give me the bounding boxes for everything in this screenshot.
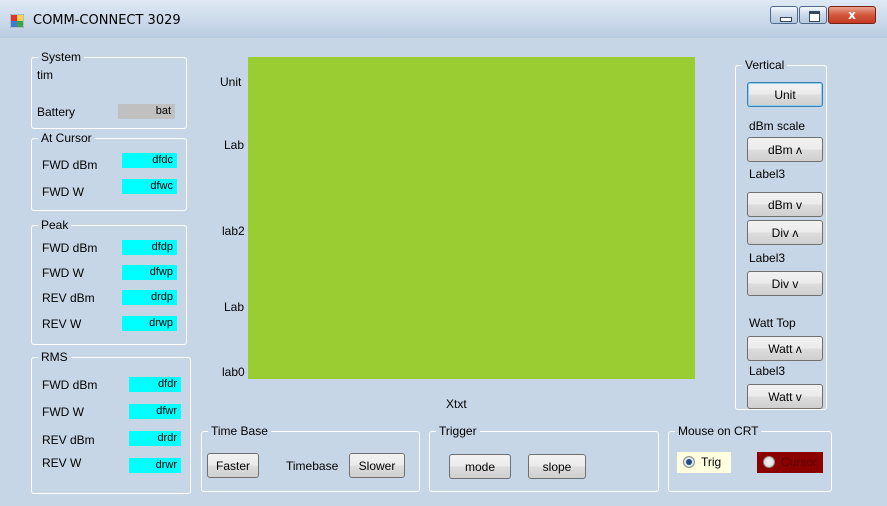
dbm-down-button[interactable]: dBm v: [747, 192, 823, 217]
trig-radio-indicator: [683, 456, 695, 468]
unit-button[interactable]: Unit: [747, 82, 823, 107]
peak-fwd-dbm-label: FWD dBm: [42, 241, 98, 255]
slower-button[interactable]: Slower: [349, 453, 405, 478]
cursor-radio-indicator: [763, 456, 775, 468]
peak-group: Peak FWD dBm dfdp FWD W dfwp REV dBm drd…: [31, 218, 187, 345]
cursor-radio-label: Cursor: [781, 455, 818, 469]
rms-fwd-dbm-value: dfdr: [129, 377, 181, 392]
peak-legend: Peak: [38, 218, 72, 232]
cursor-fwd-dbm-label: FWD dBm: [42, 158, 98, 172]
rms-fwd-w-value: dfwr: [129, 404, 181, 419]
trigger-legend: Trigger: [436, 424, 480, 438]
trigger-group: Trigger mode slope: [429, 424, 659, 492]
y-axis-label-middle: lab2: [222, 224, 245, 238]
label3-dbm: Label3: [749, 167, 786, 181]
peak-fwd-dbm-value: dfdp: [122, 240, 177, 255]
time-base-legend: Time Base: [208, 424, 271, 438]
y-axis-label-bottom: lab0: [222, 365, 245, 379]
trigger-slope-button[interactable]: slope: [528, 454, 586, 479]
rms-group: RMS FWD dBm dfdr FWD W dfwr REV dBm drdr…: [31, 350, 191, 494]
trigger-mode-button[interactable]: mode: [449, 454, 511, 479]
timebase-label: Timebase: [286, 459, 339, 473]
watt-top-label: Watt Top: [749, 316, 796, 330]
trig-radio-label: Trig: [701, 455, 722, 469]
rms-fwd-w-label: FWD W: [42, 405, 84, 419]
time-base-group: Time Base Faster Timebase Slower: [201, 424, 420, 492]
dbm-scale-label: dBm scale: [749, 119, 806, 133]
minimize-icon: [780, 17, 792, 22]
div-up-button[interactable]: Div ʌ: [747, 220, 823, 245]
close-icon: x: [848, 8, 856, 22]
watt-down-button[interactable]: Watt v: [747, 384, 823, 409]
y-axis-label-top: Unit: [220, 75, 242, 89]
faster-button[interactable]: Faster: [207, 453, 259, 478]
vertical-group: Vertical Unit dBm scale dBm ʌ Label3 dBm…: [735, 58, 827, 410]
watt-up-button[interactable]: Watt ʌ: [747, 336, 823, 361]
label3-watt: Label3: [749, 364, 786, 378]
cursor-fwd-w-value: dfwc: [122, 179, 177, 194]
cursor-radio[interactable]: Cursor: [757, 452, 823, 473]
rms-rev-dbm-value: drdr: [129, 431, 181, 446]
mouse-on-crt-group: Mouse on CRT Trig Cursor: [668, 424, 832, 492]
at-cursor-legend: At Cursor: [38, 131, 95, 145]
battery-value: bat: [118, 104, 175, 119]
at-cursor-group: At Cursor FWD dBm dfdc FWD W dfwc: [31, 131, 187, 211]
crt-plot-area[interactable]: [248, 57, 695, 379]
rms-rev-w-label: REV W: [42, 456, 82, 470]
maximize-button[interactable]: [799, 6, 827, 24]
peak-rev-dbm-value: drdp: [122, 290, 177, 305]
system-group: System tim Battery bat: [31, 50, 187, 129]
rms-rev-dbm-label: REV dBm: [42, 433, 95, 447]
x-axis-label: Xtxt: [446, 397, 467, 411]
peak-rev-w-value: drwp: [122, 316, 177, 331]
mouse-on-crt-legend: Mouse on CRT: [675, 424, 762, 438]
trig-radio[interactable]: Trig: [677, 452, 731, 473]
system-legend: System: [38, 50, 85, 64]
dbm-up-button[interactable]: dBm ʌ: [747, 137, 823, 162]
peak-fwd-w-label: FWD W: [42, 266, 84, 280]
peak-rev-dbm-label: REV dBm: [42, 291, 95, 305]
rms-rev-w-value: drwr: [129, 458, 181, 473]
client-area: System tim Battery bat At Cursor FWD dBm…: [8, 38, 879, 502]
cursor-fwd-w-label: FWD W: [42, 185, 84, 199]
window-title: COMM-CONNECT 3029: [33, 13, 181, 28]
tim-label: tim: [37, 68, 53, 82]
peak-rev-w-label: REV W: [42, 317, 82, 331]
rms-legend: RMS: [38, 350, 71, 364]
close-button[interactable]: x: [828, 6, 876, 24]
battery-label: Battery: [37, 105, 76, 119]
y-axis-label-upper: Lab: [224, 138, 245, 152]
maximize-icon: [809, 11, 820, 22]
cursor-fwd-dbm-value: dfdc: [122, 153, 177, 168]
app-icon: [10, 14, 24, 28]
label3-div: Label3: [749, 251, 786, 265]
main-window: COMM-CONNECT 3029 x System tim Battery b…: [0, 0, 887, 506]
y-axis-label-lower: Lab: [224, 300, 245, 314]
minimize-button[interactable]: [770, 6, 798, 24]
rms-fwd-dbm-label: FWD dBm: [42, 378, 98, 392]
div-down-button[interactable]: Div v: [747, 271, 823, 296]
peak-fwd-w-value: dfwp: [122, 265, 177, 280]
vertical-legend: Vertical: [742, 58, 788, 72]
title-bar[interactable]: COMM-CONNECT 3029 x: [0, 0, 887, 38]
